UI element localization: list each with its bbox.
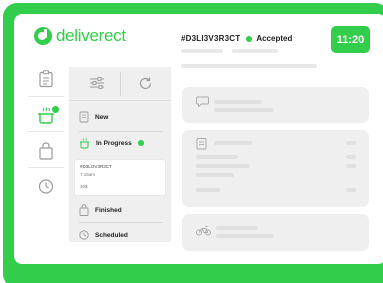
section-label: In Progress bbox=[96, 139, 132, 147]
in-progress-dot-icon bbox=[137, 140, 144, 146]
app-screen: deliverect #D3LI3V3R3CT Accepted 11:20 N… bbox=[14, 14, 383, 264]
rail-divider bbox=[28, 131, 64, 132]
card-skeleton-line bbox=[346, 188, 356, 192]
order-status: Accepted bbox=[256, 34, 293, 43]
orders-icon[interactable] bbox=[38, 70, 54, 88]
details-card-items bbox=[182, 130, 369, 207]
cooking-pot-icon bbox=[80, 138, 89, 149]
details-card-delivery bbox=[182, 214, 369, 251]
header-skeleton-line bbox=[232, 49, 278, 53]
receipt-icon bbox=[79, 111, 89, 123]
section-new[interactable]: New bbox=[79, 111, 108, 123]
filter-icon[interactable] bbox=[89, 76, 105, 90]
deliverect-logo-icon bbox=[34, 27, 52, 45]
section-scheduled[interactable]: Scheduled bbox=[79, 229, 128, 241]
order-card-id: #D3LI3V3R3CT bbox=[80, 164, 112, 169]
chat-icon bbox=[196, 96, 209, 107]
clock-icon bbox=[79, 230, 89, 240]
rail-divider bbox=[28, 96, 64, 97]
section-label: Finished bbox=[95, 206, 122, 214]
bag-icon[interactable] bbox=[38, 142, 54, 160]
card-skeleton-line bbox=[346, 141, 356, 145]
brand-name: deliverect bbox=[56, 26, 126, 45]
toolbar-divider bbox=[120, 72, 121, 96]
status-dot-icon bbox=[246, 35, 253, 42]
card-skeleton-line bbox=[214, 141, 252, 145]
section-divider bbox=[79, 131, 163, 132]
panel-toolbar bbox=[69, 67, 171, 101]
refresh-icon[interactable] bbox=[138, 76, 153, 91]
bike-icon bbox=[196, 226, 211, 236]
order-card[interactable]: #D3LI3V3R3CT 7:15am 30$ bbox=[75, 160, 165, 195]
card-skeleton-line bbox=[196, 188, 220, 192]
device-frame: deliverect #D3LI3V3R3CT Accepted 11:20 N… bbox=[3, 3, 383, 283]
header-skeleton-line bbox=[181, 64, 317, 68]
section-label: Scheduled bbox=[95, 231, 128, 239]
time-badge: 11:20 bbox=[331, 26, 370, 53]
card-skeleton-line bbox=[196, 155, 238, 159]
card-skeleton-line bbox=[214, 100, 262, 104]
section-in-progress[interactable]: In Progress bbox=[79, 137, 144, 149]
bag-icon bbox=[79, 204, 89, 216]
history-icon[interactable] bbox=[38, 177, 54, 195]
brand-logo: deliverect bbox=[34, 26, 126, 46]
order-list-panel: New In Progress #D3LI3V3R3CT 7:15am 30$ bbox=[69, 67, 171, 242]
section-divider bbox=[79, 222, 163, 223]
card-skeleton-line bbox=[216, 226, 258, 230]
order-card-time: 7:15am bbox=[80, 172, 96, 177]
card-skeleton-line bbox=[196, 173, 234, 177]
order-id: #D3LI3V3R3CT bbox=[181, 34, 241, 43]
card-skeleton-line bbox=[346, 155, 356, 159]
active-indicator-dot bbox=[52, 106, 59, 113]
order-card-price: 30$ bbox=[80, 184, 88, 189]
card-skeleton-line bbox=[214, 108, 274, 112]
details-card-notes bbox=[182, 87, 369, 123]
card-skeleton-line bbox=[346, 164, 356, 168]
section-finished[interactable]: Finished bbox=[79, 204, 122, 216]
rail-divider bbox=[28, 167, 64, 168]
card-skeleton-line bbox=[196, 164, 250, 168]
order-header: #D3LI3V3R3CT Accepted bbox=[181, 34, 292, 43]
header-skeleton-line bbox=[181, 49, 223, 53]
receipt-icon bbox=[196, 138, 207, 150]
section-label: New bbox=[95, 113, 109, 121]
card-skeleton-line bbox=[216, 234, 274, 238]
